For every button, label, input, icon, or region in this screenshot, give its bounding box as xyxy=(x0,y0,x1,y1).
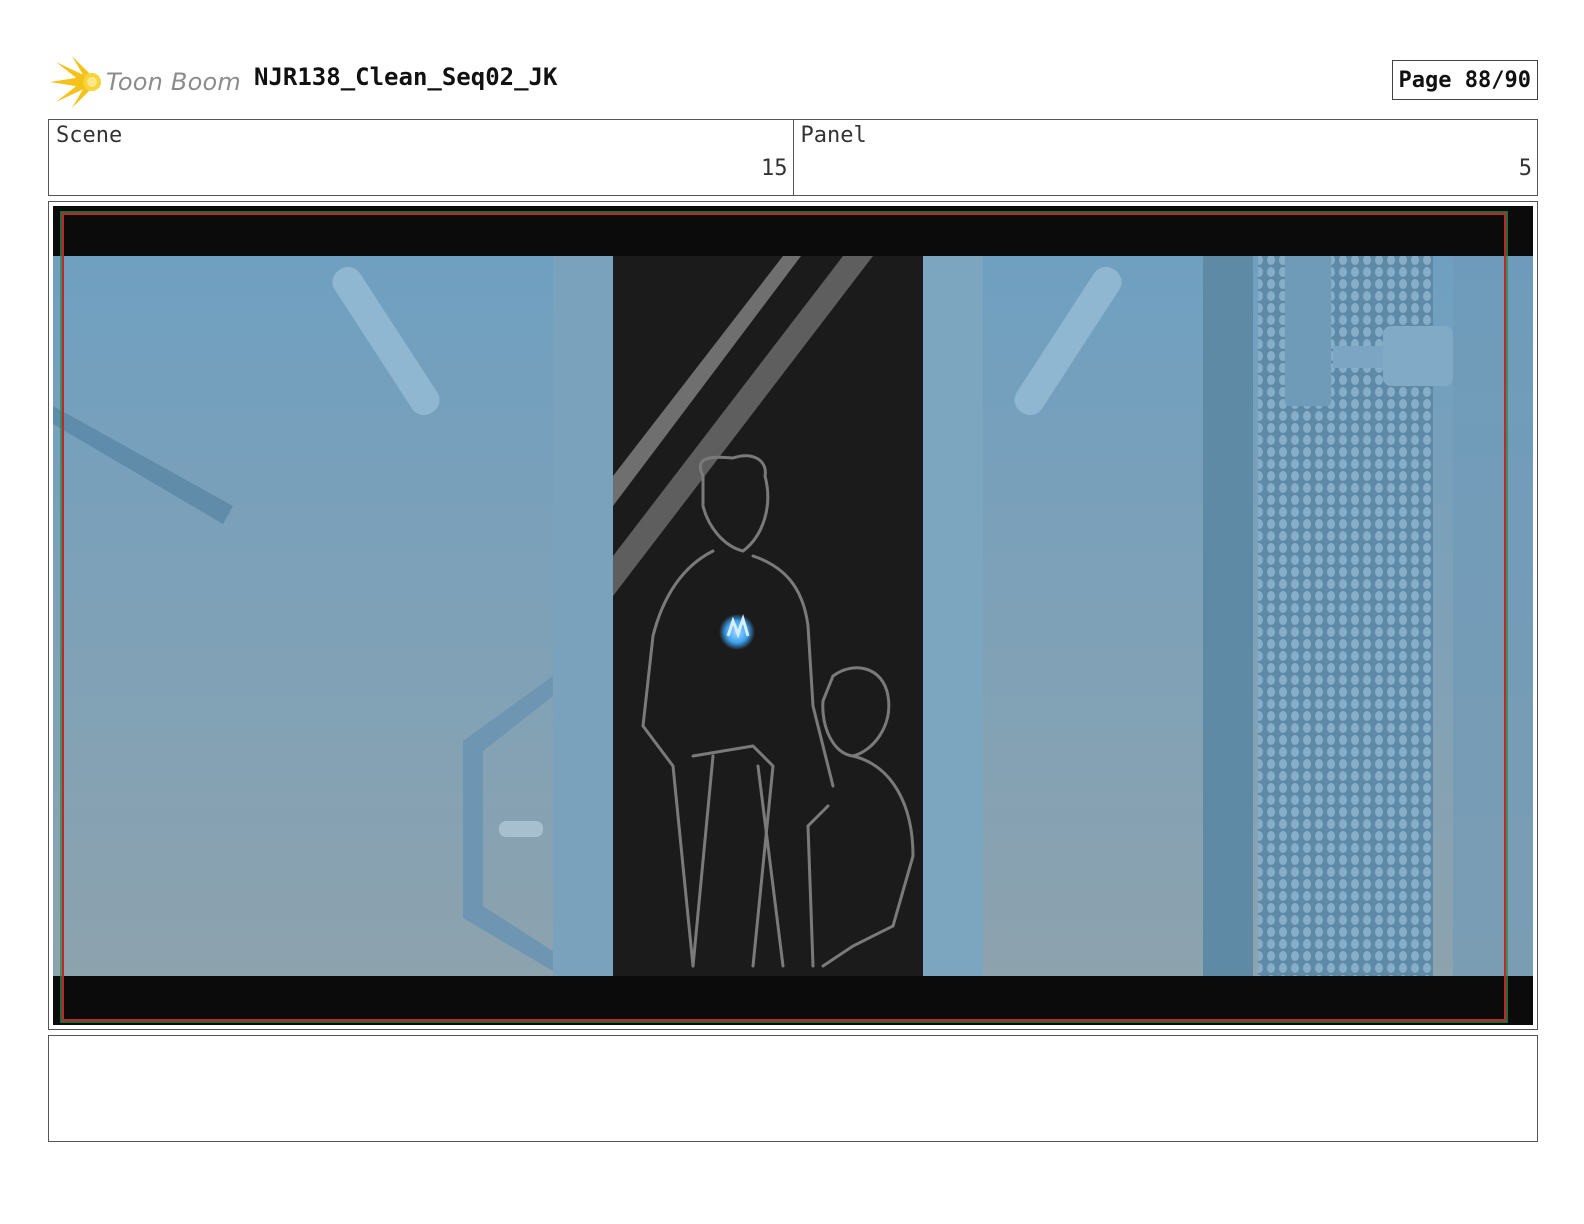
scene-cell: Scene 15 xyxy=(49,120,793,195)
starburst-icon xyxy=(50,56,101,108)
page-indicator: Page 88/90 xyxy=(1391,60,1538,100)
panel-illustration xyxy=(53,206,1533,1025)
panel-notes-box xyxy=(48,1035,1538,1142)
right-door-jamb xyxy=(923,246,983,1025)
pipe-valve xyxy=(1383,326,1453,386)
scene-label: Scene xyxy=(56,123,123,148)
toon-boom-logo: Toon Boom xyxy=(48,54,248,110)
storyboard-panel-image xyxy=(53,206,1533,1025)
door-handle xyxy=(499,821,543,837)
pipe-housing xyxy=(1285,246,1331,406)
storyboard-panel-frame xyxy=(48,201,1538,1030)
left-door-jamb xyxy=(553,246,613,1025)
brand-name: Toon Boom xyxy=(106,68,241,96)
letterbox-bottom xyxy=(53,976,1533,1025)
right-edge-wall xyxy=(1453,246,1533,1025)
panel-cell: Panel 5 xyxy=(792,120,1538,195)
panel-number: 5 xyxy=(1518,156,1532,181)
storyboard-header: Toon Boom NJR138_Clean_Seq02_JK Page 88/… xyxy=(48,50,1538,110)
scene-panel-info: Scene 15 Panel 5 xyxy=(48,119,1538,196)
document-title: NJR138_Clean_Seq02_JK xyxy=(254,63,558,91)
wall-pillar xyxy=(1203,246,1253,1025)
panel-label: Panel xyxy=(800,123,867,148)
scene-number: 15 xyxy=(761,156,788,181)
